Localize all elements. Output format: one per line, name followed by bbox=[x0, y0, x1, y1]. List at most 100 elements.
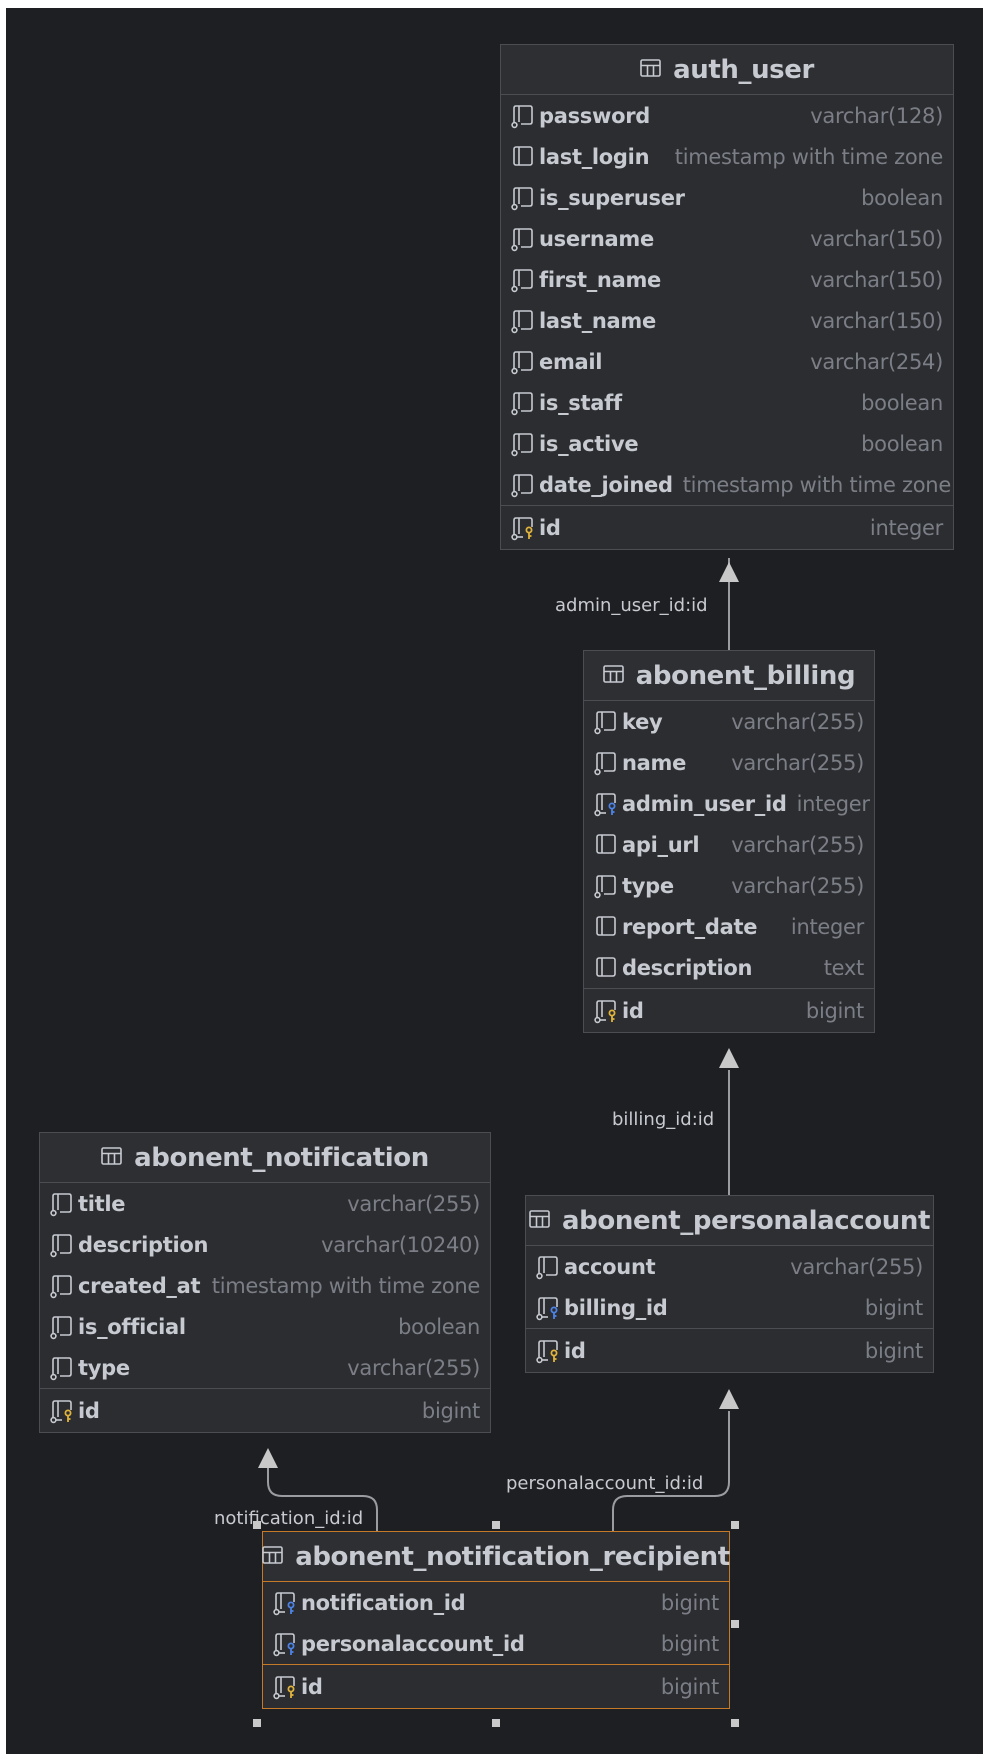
table-header[interactable]: abonent_notification bbox=[40, 1133, 490, 1183]
column-row-username[interactable]: username varchar(150) bbox=[501, 218, 953, 259]
column-type: integer bbox=[869, 515, 943, 540]
column-row-key[interactable]: key varchar(255) bbox=[584, 701, 874, 742]
selection-handle[interactable] bbox=[492, 1719, 500, 1727]
column-row-personalaccount-id[interactable]: personalaccount_id bigint bbox=[263, 1623, 729, 1664]
relation-label-billing: billing_id:id bbox=[612, 1109, 715, 1130]
column-row-account[interactable]: account varchar(255) bbox=[526, 1246, 933, 1287]
column-notnull-icon bbox=[509, 103, 539, 129]
column-row-id[interactable]: id bigint bbox=[526, 1329, 933, 1372]
selection-handle[interactable] bbox=[731, 1521, 739, 1529]
selection-handle[interactable] bbox=[492, 1521, 500, 1529]
column-name: report_date bbox=[622, 914, 758, 939]
column-name: is_staff bbox=[539, 390, 622, 415]
table-name: abonent_personalaccount bbox=[562, 1205, 930, 1236]
column-row-billing-id[interactable]: billing_id bigint bbox=[526, 1287, 933, 1328]
table-header[interactable]: abonent_billing bbox=[584, 651, 874, 701]
column-notnull-icon bbox=[592, 873, 622, 899]
selection-handle[interactable] bbox=[731, 1719, 739, 1727]
column-notnull-icon bbox=[534, 1254, 564, 1280]
column-name: password bbox=[539, 103, 651, 128]
column-notnull-icon bbox=[509, 349, 539, 375]
relation-line-personalaccount bbox=[612, 1411, 730, 1531]
column-row-is-staff[interactable]: is_staff boolean bbox=[501, 382, 953, 423]
column-type: varchar(150) bbox=[810, 226, 943, 251]
table-icon bbox=[529, 1209, 562, 1232]
column-row-type[interactable]: type varchar(255) bbox=[584, 865, 874, 906]
column-notnull-icon bbox=[48, 1355, 78, 1381]
column-row-id[interactable]: id bigint bbox=[40, 1389, 490, 1432]
table-header[interactable]: abonent_personalaccount bbox=[526, 1196, 933, 1246]
column-row-email[interactable]: email varchar(254) bbox=[501, 341, 953, 382]
column-row-admin-user-id[interactable]: admin_user_id integer bbox=[584, 783, 874, 824]
column-type: boolean bbox=[861, 431, 943, 456]
column-row-created-at[interactable]: created_at timestamp with time zone bbox=[40, 1265, 490, 1306]
column-row-title[interactable]: title varchar(255) bbox=[40, 1183, 490, 1224]
foreign-key-icon bbox=[271, 1631, 301, 1657]
table-icon bbox=[262, 1545, 295, 1568]
column-row-date-joined[interactable]: date_joined timestamp with time zone bbox=[501, 464, 953, 505]
column-type: text bbox=[823, 955, 865, 980]
table-name: abonent_billing bbox=[635, 660, 856, 691]
table-header[interactable]: abonent_notification_recipient bbox=[262, 1532, 730, 1582]
column-name: billing_id bbox=[564, 1295, 668, 1320]
column-type: varchar(150) bbox=[810, 308, 943, 333]
table-icon bbox=[602, 664, 636, 687]
column-name: date_joined bbox=[539, 472, 673, 497]
column-name: type bbox=[622, 873, 674, 898]
column-name: account bbox=[564, 1254, 656, 1279]
column-name: created_at bbox=[78, 1273, 201, 1298]
column-row-password[interactable]: password varchar(128) bbox=[501, 95, 953, 136]
column-name: admin_user_id bbox=[622, 791, 787, 816]
column-notnull-icon bbox=[48, 1273, 78, 1299]
column-row-notification-id[interactable]: notification_id bigint bbox=[263, 1582, 729, 1623]
column-row-type[interactable]: type varchar(255) bbox=[40, 1347, 490, 1388]
column-row-is-official[interactable]: is_official boolean bbox=[40, 1306, 490, 1347]
column-type: bigint bbox=[660, 1674, 719, 1699]
column-row-name[interactable]: name varchar(255) bbox=[584, 742, 874, 783]
column-name: personalaccount_id bbox=[301, 1631, 525, 1656]
column-row-first-name[interactable]: first_name varchar(150) bbox=[501, 259, 953, 300]
column-name: username bbox=[539, 226, 654, 251]
column-name: id bbox=[539, 515, 561, 540]
table-auth-user[interactable]: auth_user password varchar(128) last_login t… bbox=[500, 44, 954, 550]
table-abonent-notification[interactable]: abonent_notification title varchar(255) des… bbox=[39, 1132, 491, 1433]
relation-arrow-personalaccount bbox=[719, 1389, 739, 1409]
column-row-report-date[interactable]: report_date integer bbox=[584, 906, 874, 947]
column-row-id[interactable]: id bigint bbox=[584, 989, 874, 1032]
table-abonent-personalaccount[interactable]: abonent_personalaccount account varchar(25… bbox=[525, 1195, 934, 1373]
column-row-id[interactable]: id integer bbox=[501, 506, 953, 549]
column-row-is-superuser[interactable]: is_superuser boolean bbox=[501, 177, 953, 218]
column-name: id bbox=[78, 1398, 100, 1423]
column-type: boolean bbox=[861, 185, 943, 210]
table-abonent-notification-recipient[interactable]: abonent_notification_recipient notificati… bbox=[262, 1531, 730, 1709]
selection-handle[interactable] bbox=[253, 1521, 261, 1529]
column-type: varchar(255) bbox=[731, 832, 864, 857]
selection-handle[interactable] bbox=[253, 1719, 261, 1727]
column-row-is-active[interactable]: is_active boolean bbox=[501, 423, 953, 464]
column-row-api-url[interactable]: api_url varchar(255) bbox=[584, 824, 874, 865]
diagram-canvas[interactable]: admin_user_id:id billing_id:id personala… bbox=[6, 8, 983, 1754]
column-name: last_name bbox=[539, 308, 656, 333]
column-type: integer bbox=[790, 914, 864, 939]
column-row-last-login[interactable]: last_login timestamp with time zone bbox=[501, 136, 953, 177]
column-name: is_superuser bbox=[539, 185, 685, 210]
column-row-last-name[interactable]: last_name varchar(150) bbox=[501, 300, 953, 341]
column-type: varchar(255) bbox=[731, 750, 864, 775]
column-row-id[interactable]: id bigint bbox=[263, 1665, 729, 1708]
table-header[interactable]: auth_user bbox=[501, 45, 953, 95]
column-type: varchar(10240) bbox=[321, 1232, 480, 1257]
column-type: boolean bbox=[861, 390, 943, 415]
selection-handle[interactable] bbox=[731, 1620, 739, 1628]
column-icon bbox=[592, 955, 622, 981]
column-type: varchar(255) bbox=[731, 709, 864, 734]
column-type: varchar(255) bbox=[347, 1355, 480, 1380]
primary-key-icon bbox=[592, 998, 622, 1024]
table-abonent-billing[interactable]: abonent_billing key varchar(255) name varcha… bbox=[583, 650, 875, 1033]
relation-arrow-billing bbox=[719, 1048, 739, 1068]
column-notnull-icon bbox=[48, 1314, 78, 1340]
column-row-description[interactable]: description text bbox=[584, 947, 874, 988]
column-type: integer bbox=[796, 791, 870, 816]
column-row-description[interactable]: description varchar(10240) bbox=[40, 1224, 490, 1265]
column-notnull-icon bbox=[509, 431, 539, 457]
column-type: varchar(254) bbox=[810, 349, 943, 374]
